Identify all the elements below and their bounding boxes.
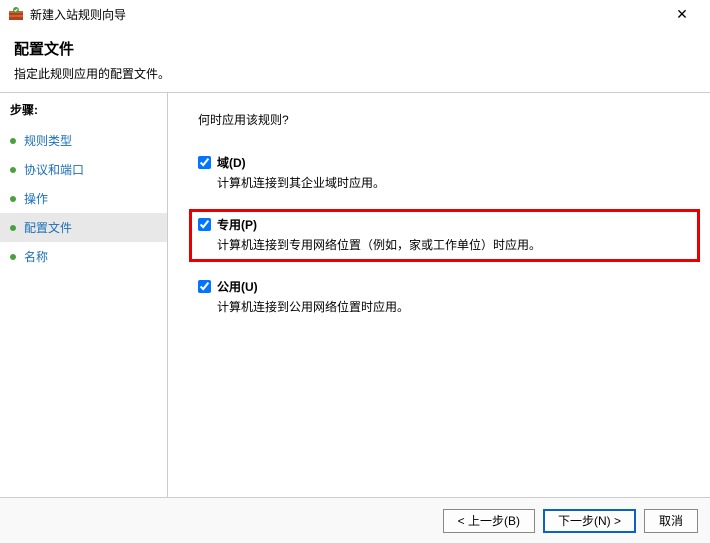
steps-list: 规则类型 协议和端口 操作 配置文件 名称	[10, 126, 157, 271]
option-label[interactable]: 专用(P)	[217, 216, 257, 233]
steps-sidebar: 步骤: 规则类型 协议和端口 操作 配置文件 名称	[0, 93, 168, 497]
window-title: 新建入站规则向导	[30, 6, 126, 23]
page-subtitle: 指定此规则应用的配置文件。	[14, 65, 696, 82]
back-button[interactable]: < 上一步(B)	[443, 509, 535, 533]
wizard-footer: < 上一步(B) 下一步(N) > 取消	[0, 497, 710, 543]
cancel-button[interactable]: 取消	[644, 509, 698, 533]
option-domain: 域(D) 计算机连接到其企业域时应用。	[198, 150, 680, 197]
page-title: 配置文件	[14, 38, 696, 59]
step-label: 操作	[24, 190, 48, 207]
step-label: 规则类型	[24, 132, 72, 149]
wizard-body: 步骤: 规则类型 协议和端口 操作 配置文件 名称	[0, 93, 710, 497]
bullet-icon	[10, 196, 16, 202]
step-action[interactable]: 操作	[10, 184, 157, 213]
bullet-icon	[10, 138, 16, 144]
wizard-header: 配置文件 指定此规则应用的配置文件。	[0, 28, 710, 93]
firewall-icon	[8, 6, 24, 22]
content-pane: 何时应用该规则? 域(D) 计算机连接到其企业域时应用。 专用(P) 计算机连接…	[168, 93, 710, 497]
step-label: 配置文件	[24, 219, 72, 236]
titlebar: 新建入站规则向导 ✕	[0, 0, 710, 28]
checkbox-domain[interactable]	[198, 156, 211, 169]
option-label[interactable]: 域(D)	[217, 154, 246, 171]
option-public: 公用(U) 计算机连接到公用网络位置时应用。	[198, 274, 680, 321]
step-name[interactable]: 名称	[10, 242, 157, 271]
option-private: 专用(P) 计算机连接到专用网络位置（例如，家或工作单位）时应用。	[189, 209, 700, 262]
bullet-icon	[10, 167, 16, 173]
close-button[interactable]: ✕	[662, 0, 702, 28]
step-label: 名称	[24, 248, 48, 265]
option-desc: 计算机连接到其企业域时应用。	[217, 174, 680, 191]
steps-heading: 步骤:	[10, 101, 157, 118]
close-icon: ✕	[676, 6, 688, 23]
checkbox-private[interactable]	[198, 218, 211, 231]
checkbox-public[interactable]	[198, 280, 211, 293]
step-protocol-port[interactable]: 协议和端口	[10, 155, 157, 184]
option-label[interactable]: 公用(U)	[217, 278, 258, 295]
step-profile[interactable]: 配置文件	[0, 213, 167, 242]
next-button[interactable]: 下一步(N) >	[543, 509, 636, 533]
step-rule-type[interactable]: 规则类型	[10, 126, 157, 155]
prompt-text: 何时应用该规则?	[198, 111, 680, 128]
option-desc: 计算机连接到公用网络位置时应用。	[217, 298, 680, 315]
step-label: 协议和端口	[24, 161, 84, 178]
bullet-icon	[10, 254, 16, 260]
option-desc: 计算机连接到专用网络位置（例如，家或工作单位）时应用。	[217, 236, 691, 253]
bullet-icon	[10, 225, 16, 231]
